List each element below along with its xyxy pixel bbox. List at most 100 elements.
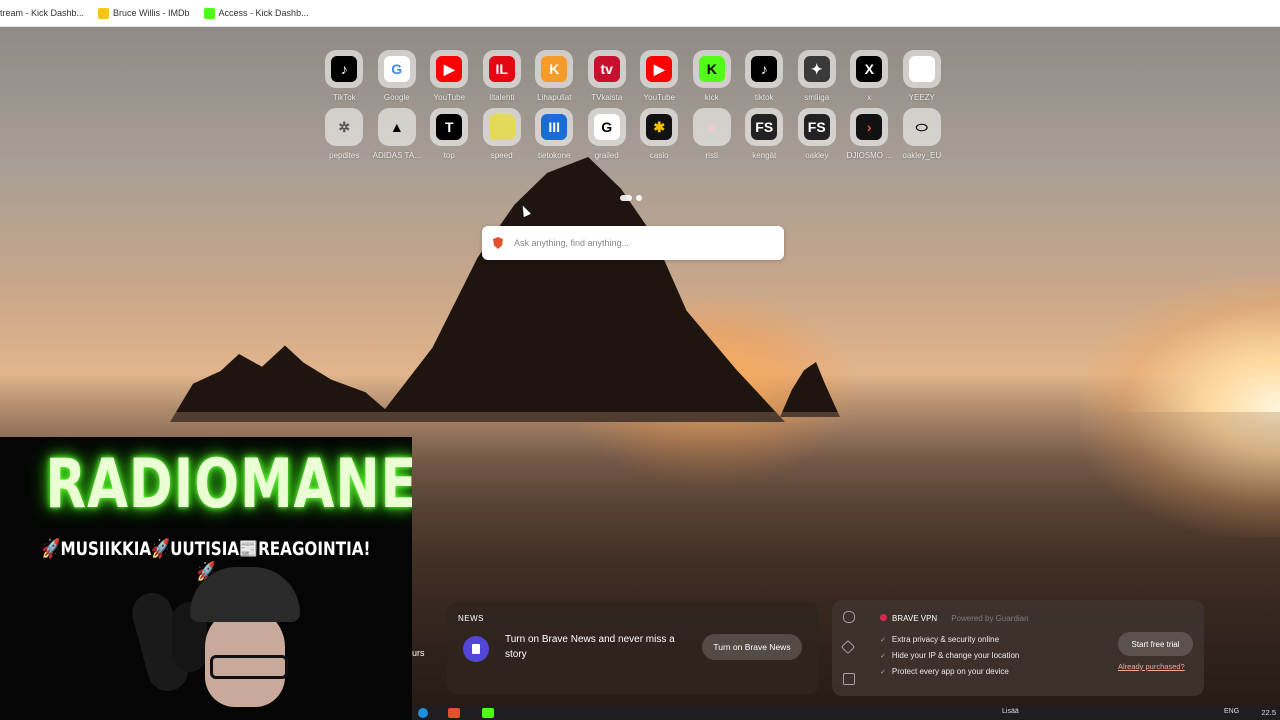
grailed-icon: G <box>593 114 620 140</box>
speed-icon <box>488 114 515 140</box>
top-site-label: YouTube <box>433 93 465 102</box>
top-site-label: TVkaista <box>591 93 623 102</box>
top-site-tile[interactable]: ♪ tiktok <box>738 50 791 102</box>
page-indicator <box>620 195 642 201</box>
top-site-label: grailed <box>594 151 619 160</box>
page-dot-2[interactable] <box>636 195 642 201</box>
fs-icon: FS <box>751 114 778 140</box>
top-site-label: Google <box>383 93 410 102</box>
turn-on-news-button[interactable]: Turn on Brave News <box>702 634 802 660</box>
news-card: NEWS Turn on Brave News and never miss a… <box>447 602 819 694</box>
top-site-label: YEEZY <box>908 93 935 102</box>
t-icon: T <box>436 114 463 140</box>
brave-icon[interactable] <box>448 708 460 718</box>
top-site-tile[interactable]: › DJIOSMO ... <box>843 108 896 160</box>
risti-icon: ● <box>707 119 716 135</box>
iltalehti-icon: IL <box>488 56 515 82</box>
top-site-label: smliiga <box>804 93 830 102</box>
top-site-tile[interactable]: Xx <box>843 50 896 102</box>
top-site-tile[interactable]: ✱ casio <box>633 108 686 160</box>
top-site-label: kick <box>704 93 719 102</box>
app-icon[interactable] <box>482 708 494 718</box>
bookmarks-bar: tream - Kick Dashb... Bruce Willis - IMD… <box>0 0 1280 27</box>
adidas-icon: ▲ <box>389 119 404 135</box>
youtube-icon: ▶ <box>436 56 463 82</box>
tietokone-icon: III <box>541 114 568 140</box>
oakley-icon: ⬭ <box>915 118 928 135</box>
vpn-title: BRAVE VPN <box>880 614 937 623</box>
top-site-tile[interactable]: YEEZY <box>896 50 949 102</box>
top-sites-grid: ♪ TikTok G Google ▶ YouTube IL Iltalehti K Lihapu… <box>318 50 948 160</box>
top-site-tile[interactable]: ✦ smliiga <box>791 50 844 102</box>
top-site-label: DJIOSMO ... <box>846 151 892 160</box>
top-site-tile[interactable]: ⬭ oakley_EU <box>896 108 949 160</box>
top-site-tile[interactable]: speed <box>476 108 529 160</box>
top-site-tile[interactable]: tv TVkaista <box>581 50 634 102</box>
bookmark-kick-access[interactable]: Access - Kick Dashb... <box>203 7 309 19</box>
top-site-tile[interactable]: Ttop <box>423 108 476 160</box>
vpn-card: BRAVE VPN Powered by Guardian Extra priv… <box>832 600 1204 696</box>
vpn-feature: Protect every app on your device <box>880 664 1019 680</box>
top-site-tile[interactable]: ✲ pepdites <box>318 108 371 160</box>
top-site-tile[interactable]: G Google <box>371 50 424 102</box>
search-box[interactable] <box>482 226 784 260</box>
top-site-label: tiktok <box>754 93 774 102</box>
top-site-label: speed <box>490 151 513 160</box>
webcam-person <box>127 567 300 720</box>
top-site-tile[interactable]: ▶ YouTube <box>633 50 686 102</box>
top-site-tile[interactable]: Kkick <box>686 50 739 102</box>
top-site-label: x <box>867 93 872 102</box>
top-site-tile[interactable]: FS kengät <box>738 108 791 160</box>
bookmark-imdb[interactable]: Bruce Willis - IMDb <box>98 7 190 19</box>
top-site-label: TikTok <box>332 93 356 102</box>
molecule-icon: ✲ <box>338 118 351 135</box>
youtube-icon: ▶ <box>646 56 673 82</box>
vpn-feature: Extra privacy & security online <box>880 632 1019 648</box>
brave-shield-icon <box>493 237 503 249</box>
djiosmo-icon: › <box>856 114 883 140</box>
top-site-tile[interactable]: III tietokone <box>528 108 581 160</box>
google-icon: G <box>383 56 410 82</box>
news-label: NEWS <box>458 614 484 623</box>
stream-title: RADIOMANE <box>45 445 412 524</box>
top-site-label: kengät <box>752 151 777 160</box>
search-input[interactable] <box>512 237 766 249</box>
page-dot-1[interactable] <box>620 195 632 201</box>
news-text: Turn on Brave News and never miss a stor… <box>505 634 675 660</box>
top-site-tile[interactable]: IL Iltalehti <box>476 50 529 102</box>
card-icon[interactable] <box>843 673 855 685</box>
news-icon <box>463 636 489 662</box>
edge-icon[interactable] <box>418 708 428 718</box>
top-site-tile[interactable]: ▲ ADIDAS TA... <box>371 108 424 160</box>
already-purchased-link[interactable]: Already purchased? <box>1118 662 1185 671</box>
top-site-label: Iltalehti <box>489 93 515 102</box>
language-indicator[interactable]: ENG <box>1224 708 1239 718</box>
tiktok-icon: ♪ <box>751 56 778 82</box>
top-site-tile[interactable]: K Lihapullat <box>528 50 581 102</box>
top-site-tile[interactable]: ▶ YouTube <box>423 50 476 102</box>
tvkaista-icon: tv <box>593 56 620 82</box>
partial-text: urs <box>412 648 425 658</box>
vpn-features: Extra privacy & security online Hide you… <box>880 632 1019 680</box>
clock[interactable]: 22.5 <box>1261 708 1276 717</box>
vpn-shield-icon[interactable] <box>843 611 855 623</box>
triangle-icon[interactable] <box>840 639 856 655</box>
widget-rail <box>832 600 864 696</box>
top-site-tile[interactable]: Ggrailed <box>581 108 634 160</box>
top-site-tile[interactable]: ● risti <box>686 108 739 160</box>
vpn-logo-icon <box>880 614 887 621</box>
tiktok-icon: ♪ <box>331 56 358 82</box>
taskbar: Lisää ENG 22.5 <box>412 706 1280 720</box>
top-site-tile[interactable]: ♪ TikTok <box>318 50 371 102</box>
top-site-label: risti <box>705 151 718 160</box>
bookmark-kick-stream[interactable]: tream - Kick Dashb... <box>0 8 84 18</box>
top-site-tile[interactable]: FS oakley <box>791 108 844 160</box>
casio-icon: ✱ <box>646 114 673 140</box>
x-icon: X <box>856 56 883 82</box>
webcam-overlay: RADIOMANE 🚀MUSIIKKIA🚀UUTISIA📰REAGOINTIA!… <box>0 437 412 720</box>
taskbar-misc: Lisää <box>1002 708 1019 715</box>
top-site-label: Lihapullat <box>537 93 572 102</box>
start-free-trial-button[interactable]: Start free trial <box>1118 632 1193 656</box>
yeezy-icon <box>908 56 935 82</box>
kick-icon: K <box>698 56 725 82</box>
